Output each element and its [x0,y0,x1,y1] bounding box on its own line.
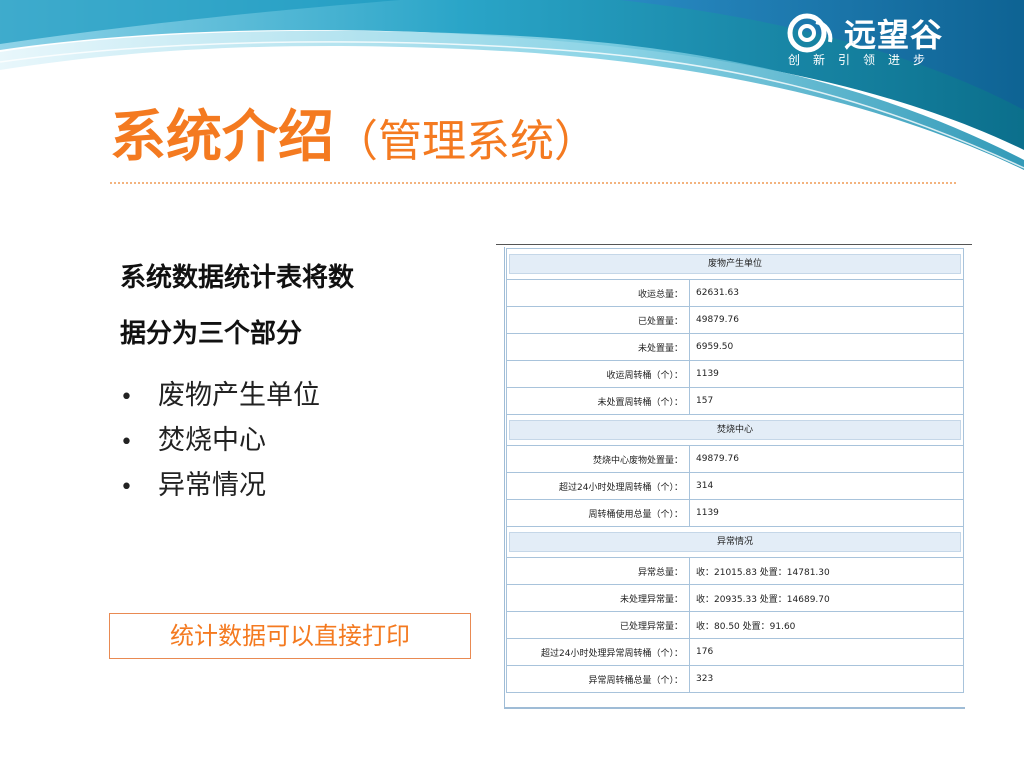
bullet-item: • 废物产生单位 [120,376,320,421]
section-header-row: 异常情况 [506,526,964,558]
title-divider [110,182,956,184]
row-value: 收：21015.83 处置：14781.30 [689,557,964,585]
row-label: 未处理异常量： [506,584,690,612]
bullet-text: 异常情况 [158,470,266,501]
section-header: 焚烧中心 [509,420,961,440]
brand-logo: 远望谷 创新引领进步 [786,8,986,68]
bullet-marker: • [120,385,133,410]
row-label: 周转桶使用总量（个）： [506,499,690,527]
row-value: 1139 [689,499,964,527]
bullet-text: 废物产生单位 [158,380,320,411]
bullet-text: 焚烧中心 [158,425,266,456]
intro-text: 系统数据统计表将数 据分为三个部分 [120,250,450,362]
section-header-row: 废物产生单位 [506,248,964,280]
stats-table: 废物产生单位 收运总量： 62631.63 已处置量： 49879.76 未处置量：… [506,248,964,693]
row-value: 314 [689,472,964,500]
row-value: 62631.63 [689,279,964,307]
row-label: 未处置周转桶（个）： [506,387,690,415]
row-value: 157 [689,387,964,415]
row-value: 49879.76 [689,445,964,473]
row-value: 收：80.50 处置：91.60 [689,611,964,639]
row-value: 176 [689,638,964,666]
section-header: 废物产生单位 [509,254,961,274]
row-label: 异常周转桶总量（个）： [506,665,690,693]
page-title: 系统介绍（管理系统） [110,92,598,173]
intro-line: 系统数据统计表将数 [120,263,355,293]
row-value: 49879.76 [689,306,964,334]
table-row: 未处置周转桶（个）： 157 [506,387,964,415]
bullet-list: • 废物产生单位 • 焚烧中心 • 异常情况 [120,376,320,511]
row-label: 焚烧中心废物处置量： [506,445,690,473]
table-row: 异常周转桶总量（个）： 323 [506,665,964,693]
bullet-item: • 异常情况 [120,466,320,511]
table-row: 超过24小时处理异常周转桶（个）： 176 [506,638,964,666]
table-row: 收运总量： 62631.63 [506,279,964,307]
table-row: 收运周转桶（个）： 1139 [506,360,964,388]
bullet-item: • 焚烧中心 [120,421,320,466]
table-row: 超过24小时处理周转桶（个）： 314 [506,472,964,500]
row-label: 收运总量： [506,279,690,307]
row-label: 收运周转桶（个）： [506,360,690,388]
table-row: 已处置量： 49879.76 [506,306,964,334]
row-label: 已处置量： [506,306,690,334]
logo-text: 远望谷 [844,16,944,54]
table-row: 未处理异常量： 收：20935.33 处置：14689.70 [506,584,964,612]
intro-line: 据分为三个部分 [120,319,303,349]
bullet-marker: • [120,475,133,500]
row-label: 异常总量： [506,557,690,585]
logo-mark-icon [787,13,833,53]
row-value: 6959.50 [689,333,964,361]
row-value: 1139 [689,360,964,388]
stats-table-screenshot: 废物产生单位 收运总量： 62631.63 已处置量： 49879.76 未处置量：… [496,244,972,709]
table-row: 已处理异常量： 收：80.50 处置：91.60 [506,611,964,639]
title-main: 系统介绍 [110,105,334,170]
table-row: 焚烧中心废物处置量： 49879.76 [506,445,964,473]
bullet-marker: • [120,430,133,455]
row-value: 收：20935.33 处置：14689.70 [689,584,964,612]
row-value: 323 [689,665,964,693]
row-label: 未处置量： [506,333,690,361]
table-row: 异常总量： 收：21015.83 处置：14781.30 [506,557,964,585]
table-row: 周转桶使用总量（个）： 1139 [506,499,964,527]
section-header-row: 焚烧中心 [506,414,964,446]
section-header: 异常情况 [509,532,961,552]
print-note-box: 统计数据可以直接打印 [109,613,471,659]
row-label: 已处理异常量： [506,611,690,639]
row-label: 超过24小时处理周转桶（个）： [506,472,690,500]
table-row: 未处置量： 6959.50 [506,333,964,361]
title-sub: （管理系统） [334,116,598,167]
logo-slogan: 创新引领进步 [788,53,939,67]
row-label: 超过24小时处理异常周转桶（个）： [506,638,690,666]
